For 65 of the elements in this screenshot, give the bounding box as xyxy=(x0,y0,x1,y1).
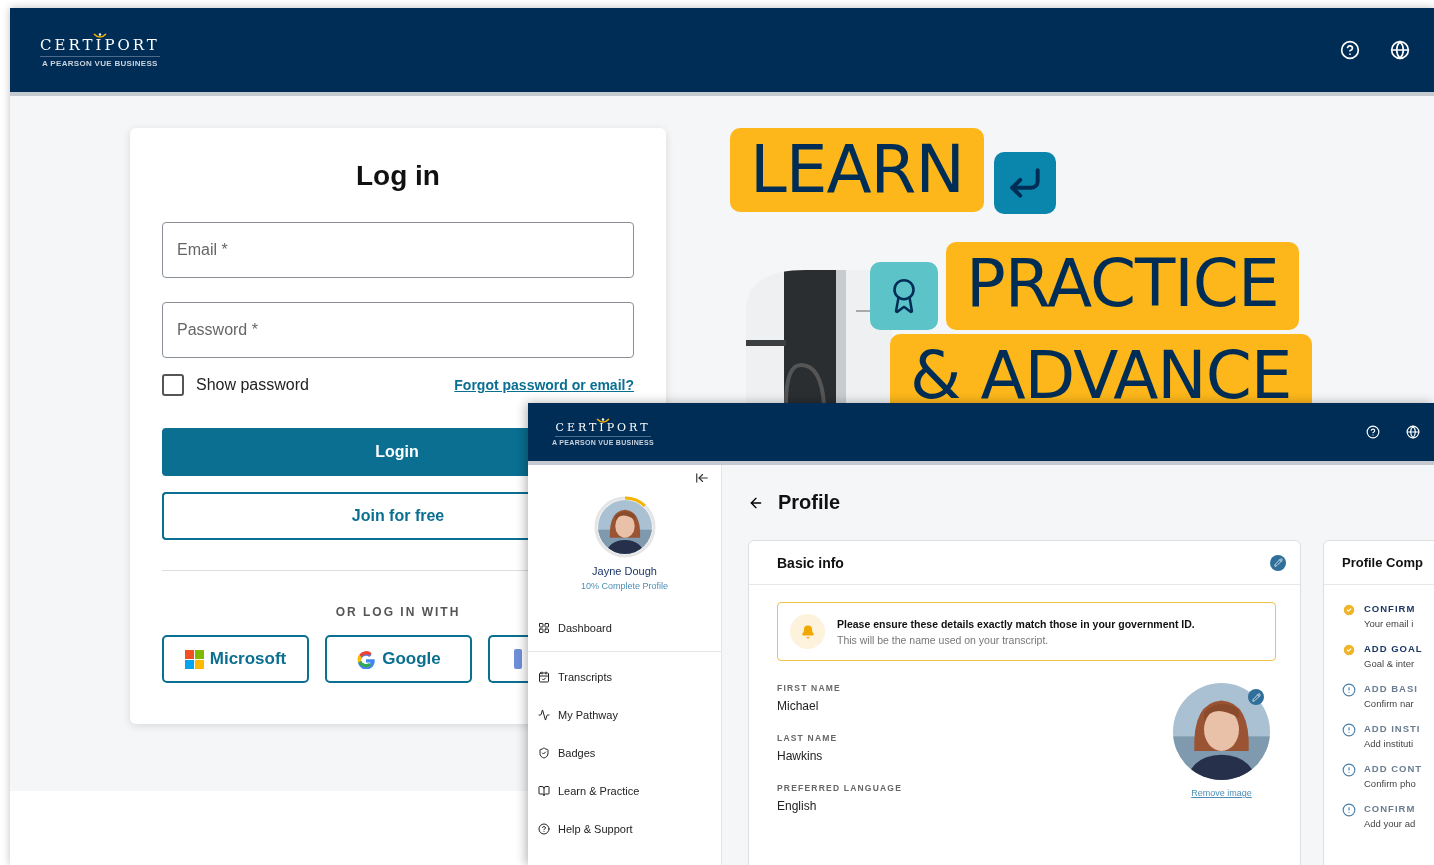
dashboard-icon xyxy=(538,622,550,634)
user-name: Jayne Dough xyxy=(592,565,657,577)
step-text: Add instituti xyxy=(1364,738,1415,749)
field-value: Hawkins xyxy=(777,749,824,763)
pencil-icon xyxy=(1251,692,1261,702)
divider-label: OR LOG IN WITH xyxy=(334,605,462,619)
remove-image-link[interactable]: Remove image xyxy=(1191,788,1252,798)
book-icon xyxy=(538,785,550,797)
step-title: ADD CONT xyxy=(1364,763,1423,774)
edit-photo-button[interactable] xyxy=(1248,689,1264,705)
collapse-sidebar-button[interactable] xyxy=(695,471,709,485)
step-text: Add your ad xyxy=(1364,818,1416,829)
card-title: Profile Comp xyxy=(1342,555,1423,570)
show-password-checkbox[interactable]: Show password xyxy=(162,374,309,396)
step-title: ADD INSTI xyxy=(1364,723,1421,734)
sidebar-item[interactable]: Learn & Practice xyxy=(528,772,721,810)
certiport-logo: CERTIPORT A PEARSON VUE BUSINESS xyxy=(40,32,160,68)
email-field[interactable]: Email * xyxy=(162,222,634,278)
help-icon xyxy=(538,823,550,835)
sidebar-item[interactable]: My Pathway xyxy=(528,696,721,734)
sidebar-item[interactable]: Badges xyxy=(528,734,721,772)
field-label: LAST NAME xyxy=(777,733,839,743)
password-field[interactable]: Password * xyxy=(162,302,634,358)
page-title: Profile xyxy=(778,491,841,514)
sidebar-item[interactable]: Dashboard xyxy=(528,609,721,647)
notice-title: Please ensure these details exactly match those in your government ID. xyxy=(837,617,1195,630)
field-value: English xyxy=(777,799,818,813)
step-text: Confirm nar xyxy=(1364,698,1415,709)
google-logo xyxy=(356,649,377,669)
hero-heading: PRACTICE xyxy=(946,242,1299,330)
field-value: Michael xyxy=(777,699,820,713)
field-label: PREFERRED LANGUAGE xyxy=(777,783,903,793)
calendar-icon xyxy=(538,671,550,683)
step-title: ADD BASI xyxy=(1364,683,1418,694)
certificate-icon xyxy=(870,262,938,330)
login-title: Log in xyxy=(355,160,441,192)
shield-check-icon xyxy=(538,747,550,759)
microsoft-login-button[interactable]: Microsoft xyxy=(162,635,309,683)
step-title: CONFIRM xyxy=(1364,603,1416,614)
step-text: Goal & inter xyxy=(1364,658,1416,669)
sidebar-item[interactable]: Transcripts xyxy=(528,658,721,696)
bell-icon xyxy=(790,614,825,649)
other-login-button[interactable] xyxy=(488,635,528,683)
globe-icon[interactable] xyxy=(1390,40,1410,60)
pencil-icon xyxy=(1273,558,1283,567)
step-text: Your email i xyxy=(1364,618,1415,629)
globe-icon[interactable] xyxy=(1406,425,1420,439)
line-chart-icon xyxy=(538,709,550,721)
step-title: CONFIRM xyxy=(1364,803,1416,814)
microsoft-logo xyxy=(184,649,204,669)
edit-button[interactable] xyxy=(1270,554,1286,571)
step-title: ADD GOAL xyxy=(1364,643,1423,654)
profile-completion-text: 10% Complete Profile xyxy=(580,581,668,591)
help-icon[interactable] xyxy=(1366,425,1380,439)
join-button[interactable]: Join for free xyxy=(162,492,528,540)
forgot-password-link[interactable]: Forgot password or email? xyxy=(454,377,634,393)
login-button[interactable]: Login xyxy=(162,428,528,476)
notice-text: This will be the name used on your transcript. xyxy=(837,633,1050,646)
sidebar-item[interactable]: Help & Support xyxy=(528,810,721,848)
field-label: FIRST NAME xyxy=(777,683,842,693)
step-text: Confirm pho xyxy=(1364,778,1417,789)
help-icon[interactable] xyxy=(1340,40,1360,60)
google-login-button[interactable]: Google xyxy=(325,635,472,683)
hero-heading: LEARN xyxy=(730,128,984,212)
card-title: Basic info xyxy=(777,554,844,571)
